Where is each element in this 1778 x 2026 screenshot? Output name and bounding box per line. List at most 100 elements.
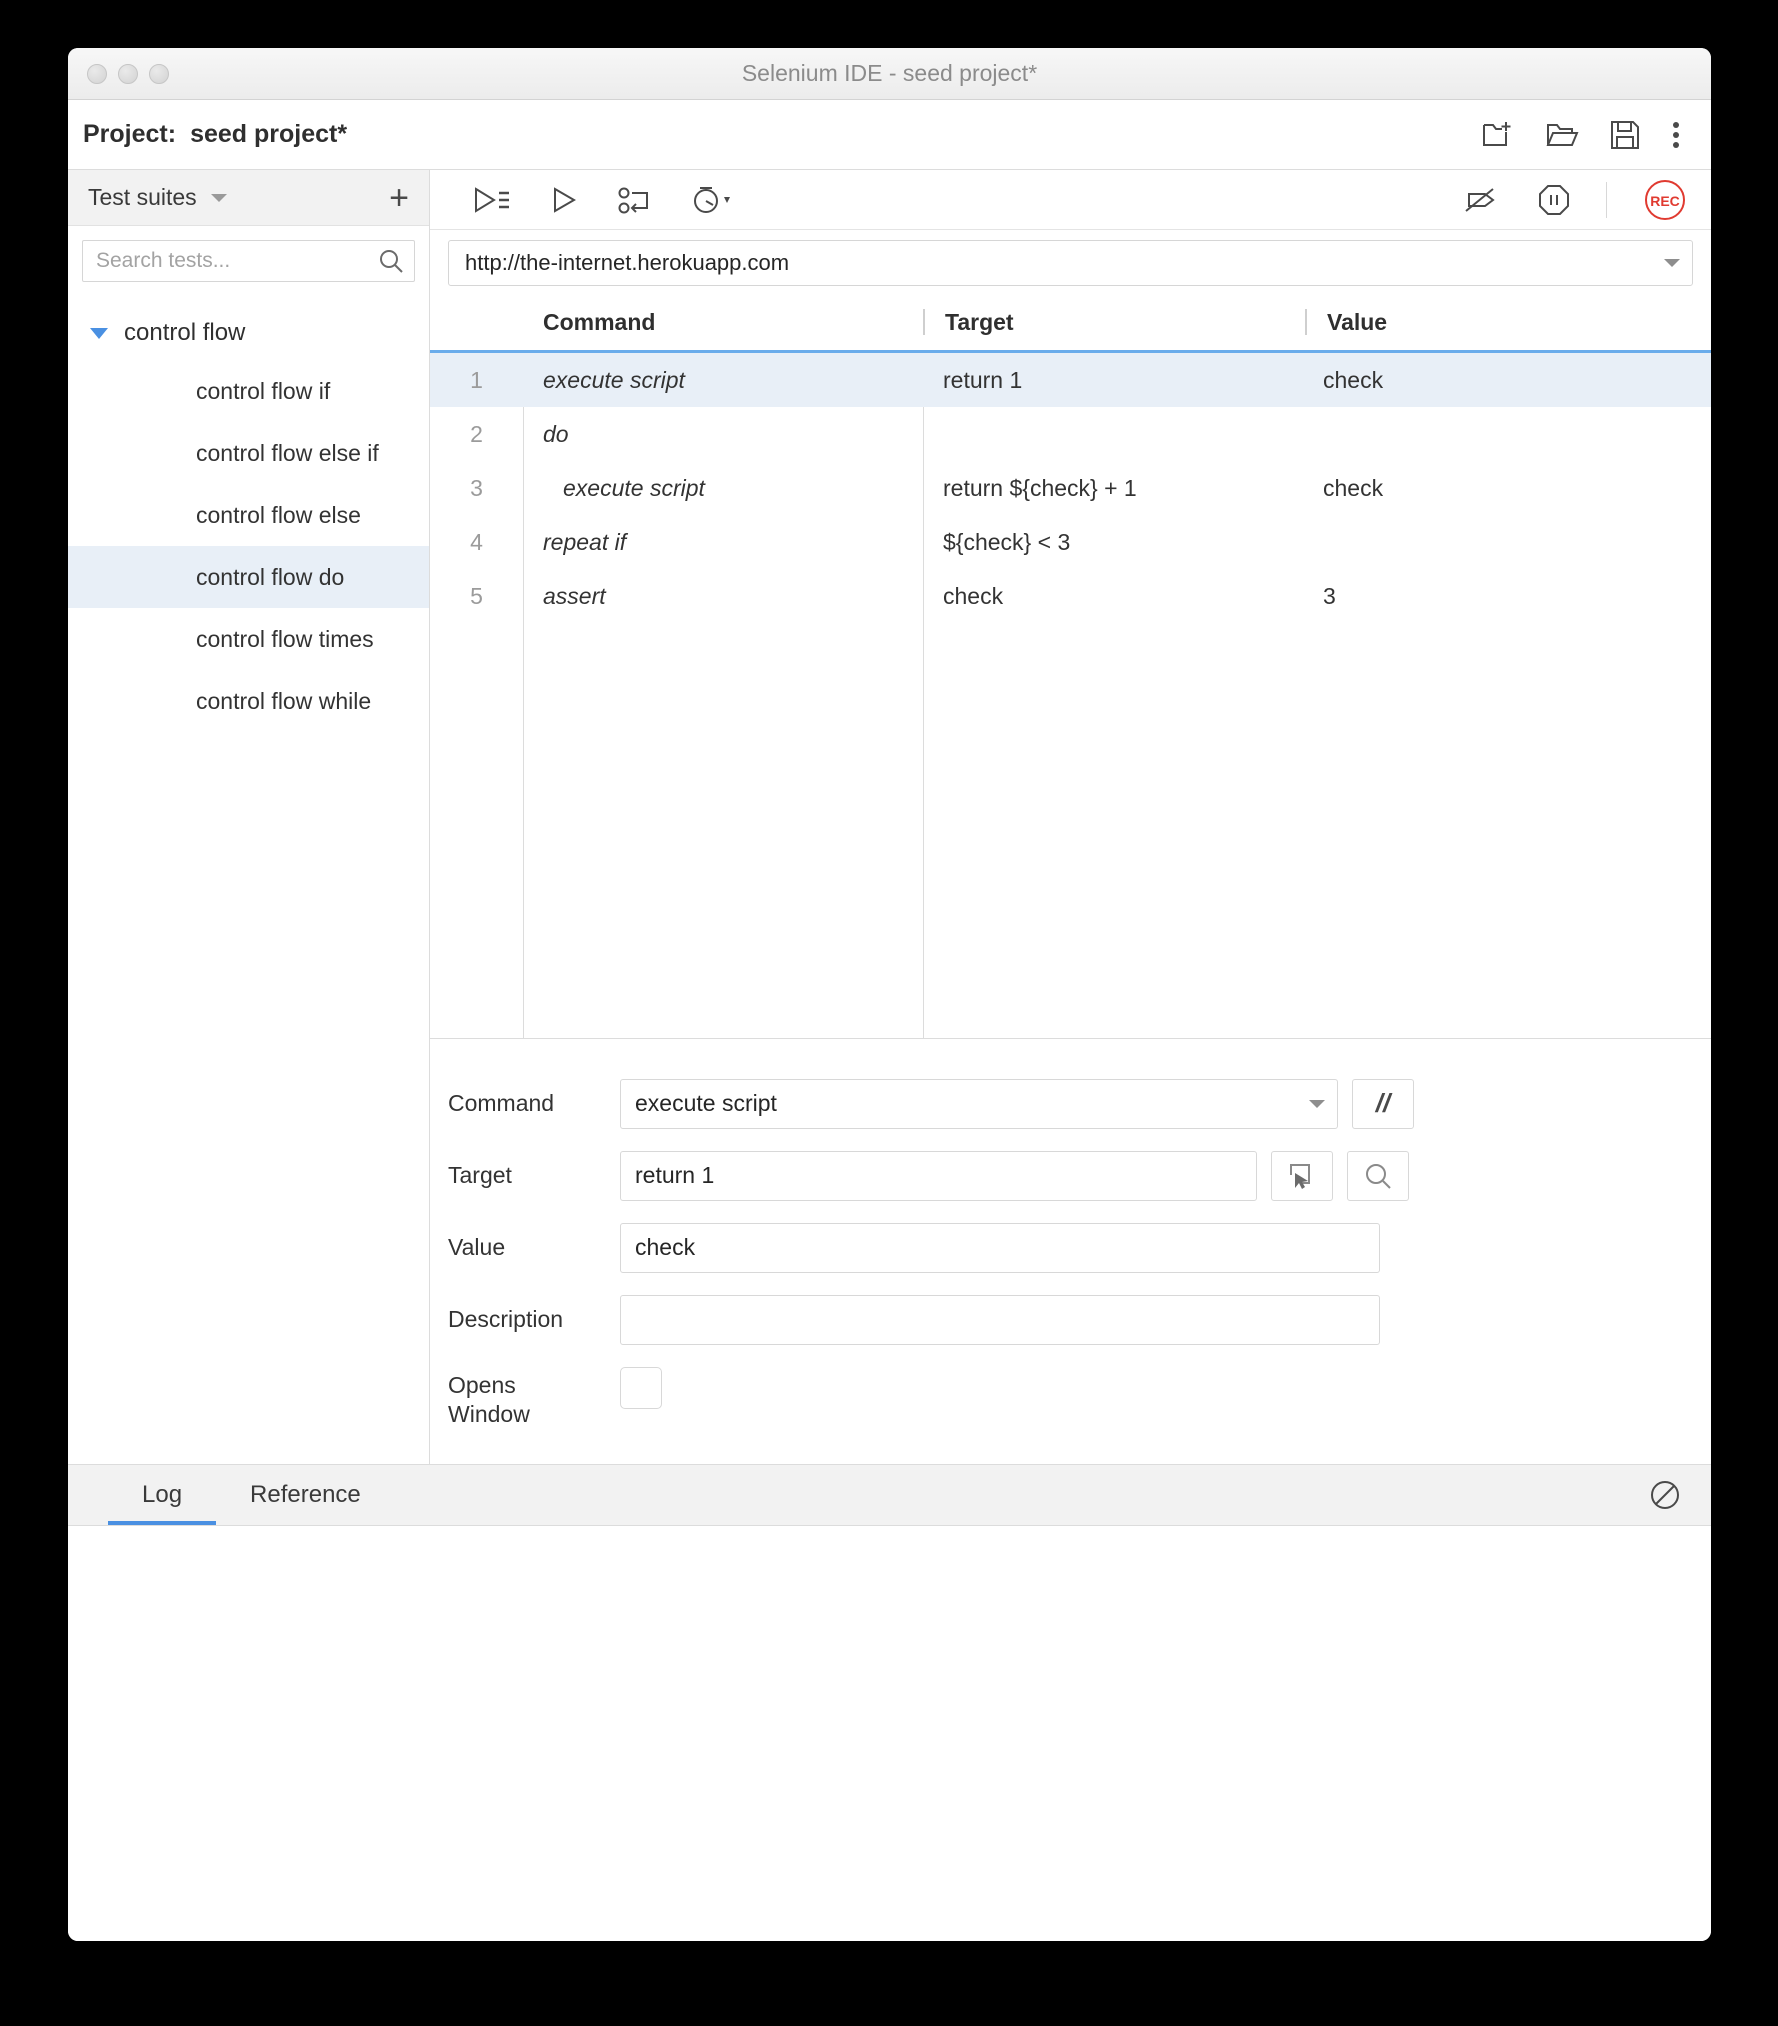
tab-reference[interactable]: Reference <box>216 1465 395 1525</box>
window-title: Selenium IDE - seed project* <box>741 60 1038 86</box>
search-box[interactable] <box>82 240 415 282</box>
expand-triangle-icon[interactable] <box>90 327 108 339</box>
tree-root-control-flow[interactable]: control flow <box>68 306 429 360</box>
row-command[interactable]: repeat if <box>523 515 923 569</box>
form-row-description: Description <box>430 1294 1711 1345</box>
url-bar[interactable] <box>448 240 1693 286</box>
chevron-down-icon[interactable] <box>210 193 227 202</box>
project-label: Project: <box>83 120 177 148</box>
row-value[interactable] <box>1303 515 1711 569</box>
search-input[interactable] <box>96 249 378 273</box>
search-icon <box>380 250 403 273</box>
command-select[interactable] <box>620 1078 1338 1129</box>
row-value[interactable]: check <box>1303 353 1711 407</box>
tab-bar-actions <box>1649 1465 1681 1525</box>
new-project-icon[interactable] <box>1481 119 1515 151</box>
test-tree: control flow control flow if control flo… <box>68 292 429 732</box>
opens-window-checkbox[interactable] <box>620 1366 662 1409</box>
selenium-ide-window: Selenium IDE - seed project* Project: se… <box>68 48 1711 1941</box>
suites-header: Test suites + <box>68 170 429 226</box>
project-bar: Project: seed project* <box>68 100 1711 170</box>
table-row[interactable]: 3 execute script return ${check} + 1 che… <box>430 461 1711 515</box>
row-target[interactable] <box>923 407 1303 461</box>
run-toolbar: REC <box>430 170 1711 230</box>
run-toolbar-right: REC <box>1462 178 1687 222</box>
row-value[interactable]: check <box>1303 461 1711 515</box>
column-header-command[interactable]: Command <box>523 294 923 350</box>
row-target[interactable]: return ${check} + 1 <box>923 461 1303 515</box>
comment-button[interactable]: // <box>1352 1078 1414 1129</box>
command-editor-form: Command // Target <box>430 1038 1711 1465</box>
form-row-target: Target <box>430 1150 1711 1201</box>
save-project-icon[interactable] <box>1609 119 1641 151</box>
description-input[interactable] <box>635 1306 1367 1334</box>
run-all-tests-icon[interactable] <box>472 186 510 214</box>
main-body: Test suites + control flow co <box>68 170 1711 1465</box>
command-table-header: Command Target Value <box>430 294 1711 350</box>
select-target-icon[interactable] <box>1271 1150 1333 1201</box>
find-target-icon[interactable] <box>1347 1150 1409 1201</box>
value-input[interactable] <box>635 1234 1367 1262</box>
command-input[interactable] <box>635 1090 1309 1118</box>
speed-control-icon[interactable] <box>692 185 736 215</box>
url-bar-wrapper <box>430 230 1711 294</box>
toolbar-divider <box>1606 181 1607 218</box>
disable-breakpoints-icon[interactable] <box>1462 185 1502 215</box>
add-suite-button[interactable]: + <box>389 181 409 215</box>
command-field-label: Command <box>448 1090 555 1117</box>
row-command[interactable]: execute script <box>523 353 923 407</box>
search-wrapper <box>68 226 429 292</box>
sidebar-item-control-flow-else-if[interactable]: control flow else if <box>68 422 429 484</box>
command-table: Command Target Value 1 execute script re… <box>430 294 1711 1039</box>
row-target[interactable]: return 1 <box>923 353 1303 407</box>
step-over-icon[interactable] <box>618 185 652 215</box>
opens-window-label: Opens Window <box>448 1367 620 1429</box>
opens-window-label-line1: Opens <box>448 1371 516 1398</box>
test-suites-sidebar: Test suites + control flow co <box>68 170 430 1465</box>
bottom-tab-bar: Log Reference <box>68 1464 1711 1527</box>
value-field-label: Value <box>448 1234 506 1261</box>
run-current-test-icon[interactable] <box>550 186 578 214</box>
svg-text:REC: REC <box>1650 193 1680 209</box>
row-number: 1 <box>470 366 483 393</box>
column-header-value[interactable]: Value <box>1307 294 1711 350</box>
row-command[interactable]: assert <box>523 569 923 623</box>
description-field[interactable] <box>620 1294 1380 1345</box>
form-row-opens-window: Opens Window <box>430 1366 1711 1429</box>
row-target[interactable]: check <box>923 569 1303 623</box>
more-options-icon[interactable] <box>1671 119 1681 151</box>
sidebar-item-control-flow-else[interactable]: control flow else <box>68 484 429 546</box>
target-field[interactable] <box>620 1150 1257 1201</box>
sidebar-item-control-flow-times[interactable]: control flow times <box>68 608 429 670</box>
sidebar-item-control-flow-if[interactable]: control flow if <box>68 360 429 422</box>
form-row-value: Value <box>430 1222 1711 1273</box>
pause-icon[interactable] <box>1538 184 1570 216</box>
row-target[interactable]: ${check} < 3 <box>923 515 1303 569</box>
tab-log[interactable]: Log <box>108 1465 217 1526</box>
form-row-command: Command // <box>430 1078 1711 1129</box>
description-field-label: Description <box>448 1306 564 1333</box>
row-command[interactable]: execute script <box>523 461 923 515</box>
suites-title[interactable]: Test suites <box>88 184 197 211</box>
open-project-icon[interactable] <box>1545 119 1579 151</box>
row-value[interactable] <box>1303 407 1711 461</box>
table-row[interactable]: 5 assert check 3 <box>430 569 1711 623</box>
record-button[interactable]: REC <box>1643 178 1687 222</box>
sidebar-item-control-flow-while[interactable]: control flow while <box>68 670 429 732</box>
target-input[interactable] <box>635 1162 1244 1190</box>
row-number: 2 <box>470 420 483 447</box>
row-value[interactable]: 3 <box>1303 569 1711 623</box>
url-input[interactable] <box>465 250 1664 276</box>
table-row[interactable]: 2 do <box>430 407 1711 461</box>
table-row[interactable]: 4 repeat if ${check} < 3 <box>430 515 1711 569</box>
chevron-down-icon[interactable] <box>1309 1099 1325 1108</box>
row-command[interactable]: do <box>523 407 923 461</box>
sidebar-item-control-flow-do[interactable]: control flow do <box>68 546 429 608</box>
clear-log-icon[interactable] <box>1649 1479 1681 1511</box>
url-dropdown-icon[interactable] <box>1664 259 1680 267</box>
value-field[interactable] <box>620 1222 1380 1273</box>
project-name[interactable]: seed project* <box>190 120 347 149</box>
column-header-target[interactable]: Target <box>925 294 1305 350</box>
row-number: 4 <box>470 528 483 555</box>
table-row[interactable]: 1 execute script return 1 check <box>430 353 1711 407</box>
